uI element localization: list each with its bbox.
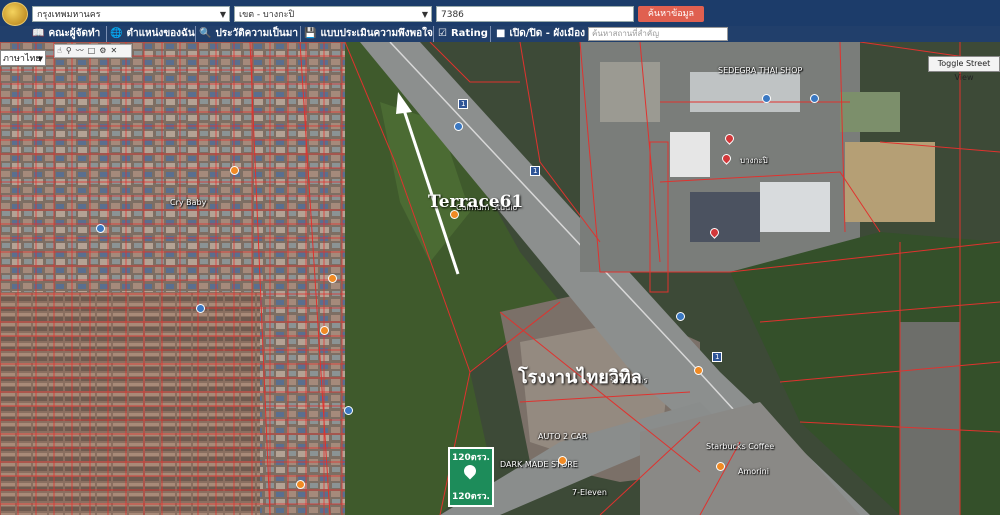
- place-pin-icon[interactable]: [454, 122, 463, 131]
- shop-pin-icon[interactable]: [810, 94, 819, 103]
- plot-area-label-bottom: 120ตรว.: [452, 492, 490, 502]
- menu-item-rating[interactable]: ☑ Rating: [438, 26, 488, 42]
- menu-item-label: ตำแหน่งของฉัน: [126, 28, 195, 39]
- checkbox-icon: ☑: [438, 28, 447, 39]
- line-icon[interactable]: 〰: [76, 46, 84, 55]
- language-select[interactable]: ภาษาไทย ▼: [0, 50, 46, 66]
- food-pin-icon[interactable]: [328, 274, 337, 283]
- menu-item-label: คณะผู้จัดทำ: [48, 28, 101, 39]
- map-place-label: AUTO 2 CAR: [538, 432, 588, 441]
- place-search-input[interactable]: ค้นหาสถานที่สำคัญ: [588, 27, 728, 41]
- gear-icon[interactable]: ⚙: [99, 46, 106, 55]
- selected-plot-marker[interactable]: 120ตรว. 120ตรว.: [448, 447, 494, 507]
- district-select-value: เขต - บางกะปิ: [239, 10, 295, 20]
- language-select-value: ภาษาไทย: [3, 54, 41, 64]
- chevron-down-icon: ▼: [219, 10, 226, 19]
- factory-overlay-label: โรงงานไทยวิทิล: [518, 367, 642, 388]
- menu-item-zoning-toggle[interactable]: ■ เปิด/ปิด - ผังเมือง: [496, 26, 585, 42]
- toggle-box-icon: ■: [496, 28, 506, 39]
- food-pin-icon[interactable]: [716, 462, 725, 471]
- menu-divider: [433, 26, 434, 42]
- menu-divider: [195, 26, 196, 42]
- menu-divider: [300, 26, 301, 42]
- ruler-icon[interactable]: ⚲: [66, 46, 72, 55]
- chevron-down-icon: ▼: [37, 55, 43, 63]
- food-pin-icon[interactable]: [320, 326, 329, 335]
- shop-pin-icon[interactable]: [762, 94, 771, 103]
- search-button[interactable]: ค้นหาข้อมูล: [638, 6, 704, 22]
- food-pin-icon[interactable]: [558, 456, 567, 465]
- menu-item-team[interactable]: 📖 คณะผู้จัดทำ: [32, 26, 100, 42]
- save-icon: 💾: [304, 28, 317, 39]
- search-icon: 🔍: [199, 28, 212, 39]
- chevron-down-icon: ▼: [421, 10, 428, 19]
- road-shield-icon: 1: [712, 352, 723, 362]
- menu-item-label: เปิด/ปิด - ผังเมือง: [509, 28, 585, 39]
- map-place-label: SEDEGRA THAI SHOP: [718, 66, 803, 75]
- menu-bar: 📖 คณะผู้จัดทำ 🌐 ตำแหน่งของฉัน 🔍 ประวัติความ…: [0, 26, 1000, 42]
- square-icon[interactable]: □: [88, 46, 96, 55]
- province-select[interactable]: กรุงเทพมหานคร ▼: [32, 6, 230, 22]
- menu-item-history[interactable]: 🔍 ประวัติความเป็นมา: [199, 26, 298, 42]
- map-canvas[interactable]: Terrace61 โรงงานไทยวิทิล 120ตรว. 120ตรว.…: [0, 42, 1000, 515]
- book-icon: 📖: [32, 28, 45, 39]
- map-place-label: Starbucks Coffee: [706, 442, 775, 451]
- menu-item-label: Rating: [450, 28, 488, 39]
- menu-divider: [490, 26, 491, 42]
- plot-area-label-top: 120ตรว.: [452, 453, 490, 463]
- parcel-search-input[interactable]: 7386: [436, 6, 634, 22]
- food-pin-icon[interactable]: [230, 166, 239, 175]
- place-pin-icon[interactable]: [196, 304, 205, 313]
- food-pin-icon[interactable]: [296, 480, 305, 489]
- road-shield-icon: 1: [530, 166, 541, 176]
- place-pin-icon[interactable]: [676, 312, 685, 321]
- map-place-label: บางกะปิ: [740, 156, 768, 165]
- menu-divider: [106, 26, 107, 42]
- drawing-toolbox: ☝ ⚲ 〰 □ ⚙ ✕: [54, 44, 132, 58]
- terrace61-overlay-label: Terrace61: [428, 192, 524, 212]
- site-logo: [2, 2, 28, 26]
- food-pin-icon[interactable]: [694, 366, 703, 375]
- menu-item-survey[interactable]: 💾 แบบประเมินความพึงพอใจ: [304, 26, 433, 42]
- map-place-label: 7-Eleven: [572, 488, 607, 497]
- pointer-icon[interactable]: ☝: [57, 46, 62, 55]
- menu-item-label: แบบประเมินความพึงพอใจ: [320, 28, 433, 39]
- province-select-value: กรุงเทพมหานคร: [37, 10, 101, 20]
- map-place-label: Cry Baby: [170, 198, 207, 207]
- menu-item-my-location[interactable]: 🌐 ตำแหน่งของฉัน: [110, 26, 195, 42]
- close-icon[interactable]: ✕: [110, 46, 117, 55]
- location-pin-icon: [461, 462, 479, 480]
- top-bar: กรุงเทพมหานคร ▼ เขต - บางกะปิ ▼ 7386 ค้น…: [0, 0, 1000, 26]
- place-pin-icon[interactable]: [96, 224, 105, 233]
- toggle-street-view-button[interactable]: Toggle Street View: [928, 56, 1000, 82]
- road-shield-icon: 1: [458, 99, 469, 109]
- place-pin-icon[interactable]: [344, 406, 353, 415]
- map-place-label: Amorini: [738, 467, 769, 476]
- map-imagery: [0, 42, 1000, 515]
- district-select[interactable]: เขต - บางกะปิ ▼: [234, 6, 432, 22]
- globe-icon: 🌐: [110, 28, 123, 39]
- menu-item-label: ประวัติความเป็นมา: [215, 28, 298, 39]
